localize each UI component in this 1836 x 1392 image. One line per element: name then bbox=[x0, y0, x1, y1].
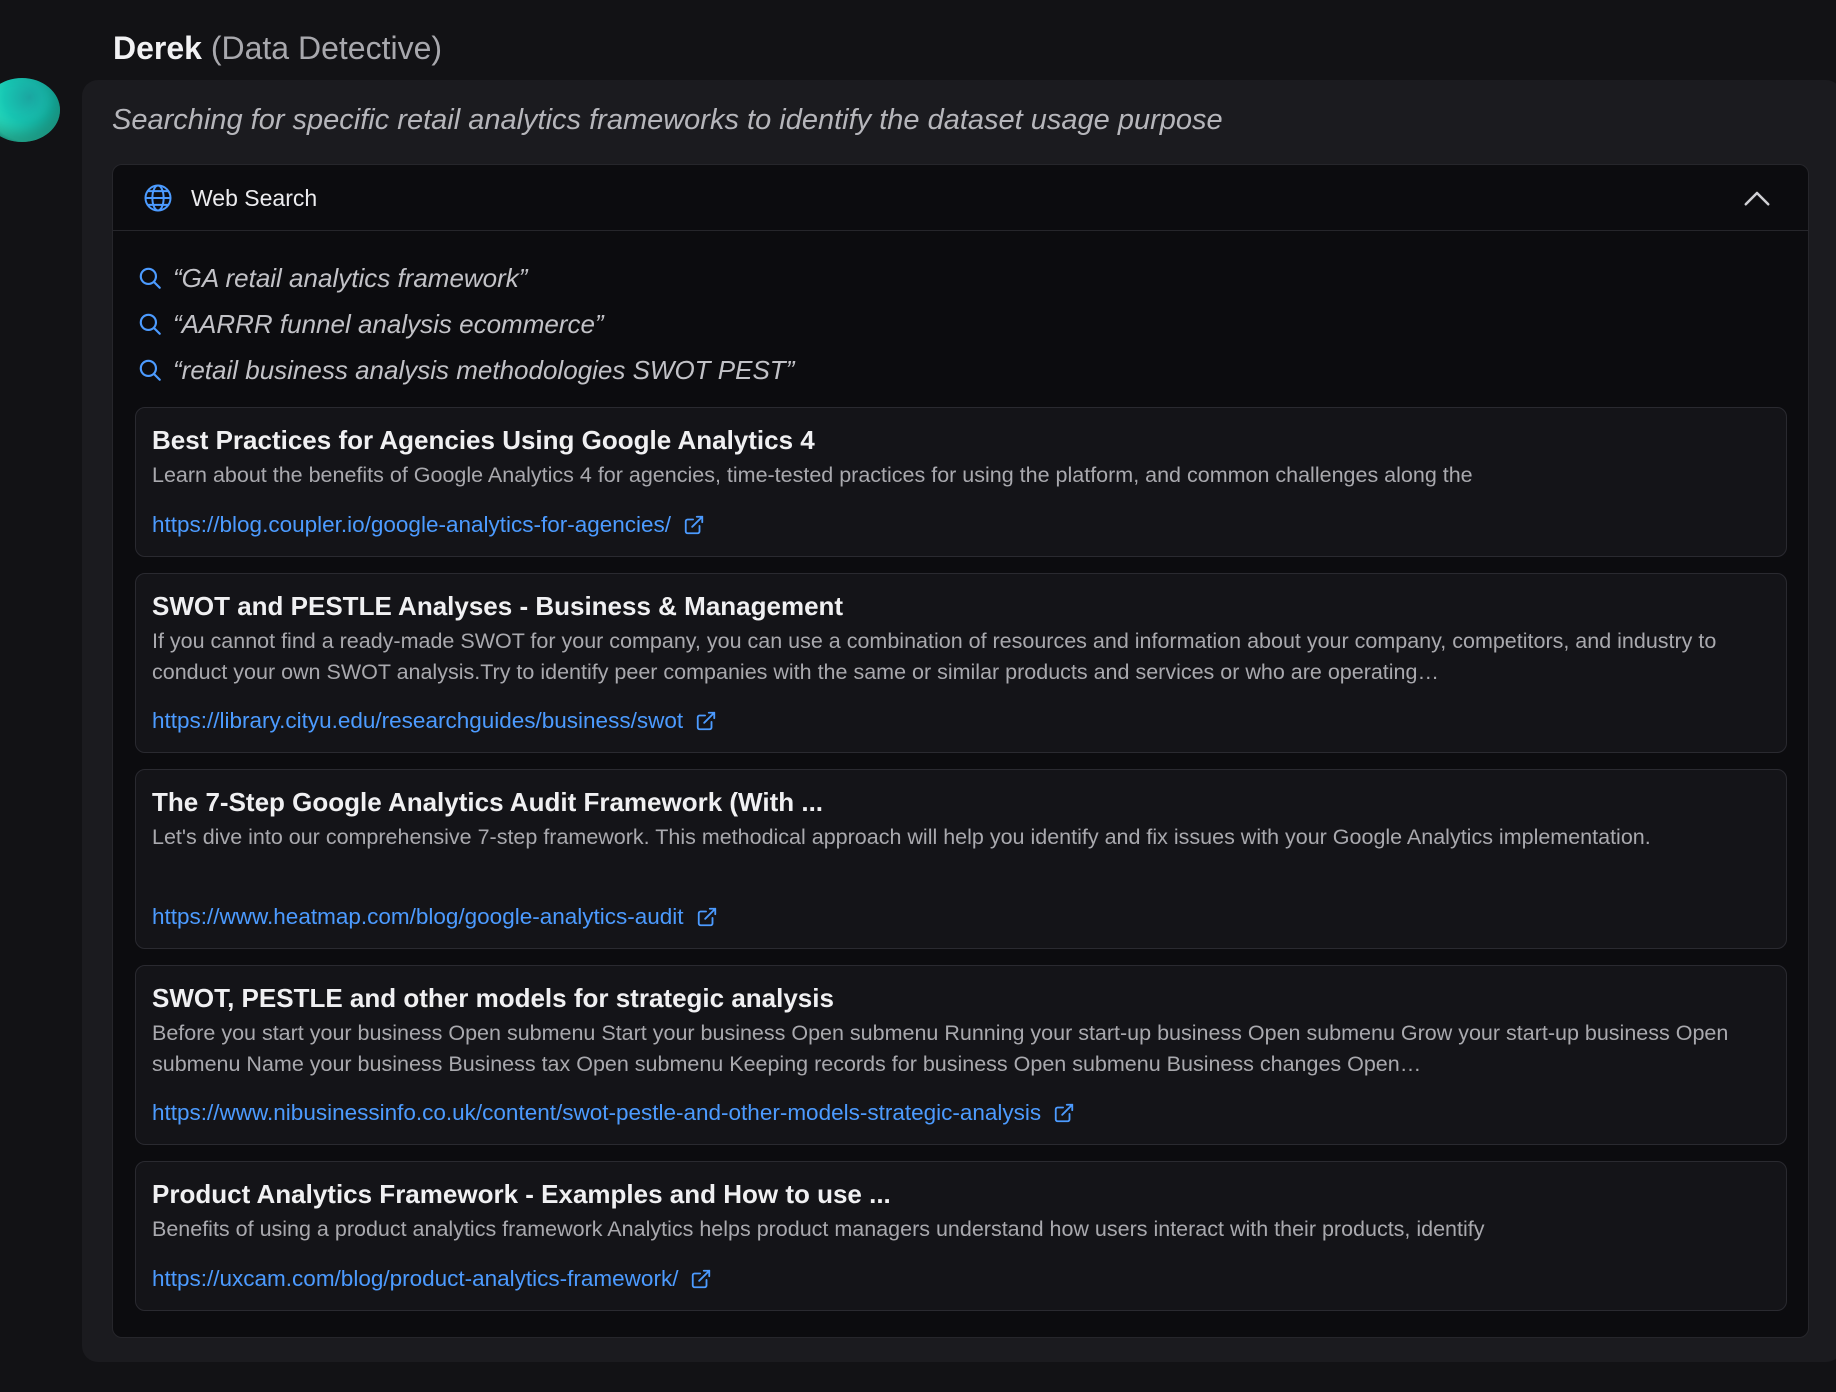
result-title: SWOT and PESTLE Analyses - Business & Ma… bbox=[152, 591, 844, 621]
result-link[interactable]: https://blog.coupler.io/google-analytics… bbox=[152, 510, 705, 540]
search-results: Best Practices for Agencies Using Google… bbox=[135, 407, 1787, 1327]
chat-page: Derek (Data Detective) Searching for spe… bbox=[0, 0, 1836, 1392]
chevron-up-icon[interactable] bbox=[1742, 185, 1772, 211]
external-link-icon[interactable] bbox=[1053, 1102, 1075, 1124]
result-title: Best Practices for Agencies Using Google… bbox=[152, 425, 815, 455]
search-query: “retail business analysis methodologies … bbox=[137, 347, 794, 393]
search-queries: “GA retail analytics framework” “AARRR f… bbox=[137, 255, 794, 393]
search-query-text: “retail business analysis methodologies … bbox=[173, 354, 795, 385]
web-search-header[interactable]: Web Search bbox=[113, 165, 1808, 231]
result-snippet: Learn about the benefits of Google Analy… bbox=[152, 463, 1473, 487]
search-icon bbox=[139, 267, 161, 289]
search-query: “AARRR funnel analysis ecommerce” bbox=[137, 301, 794, 347]
search-result-card: Product Analytics Framework - Examples a… bbox=[135, 1161, 1787, 1311]
search-result-card: Best Practices for Agencies Using Google… bbox=[135, 407, 1787, 557]
web-search-panel: Web Search “GA retail analytics framewor… bbox=[112, 164, 1809, 1338]
search-result-card: The 7-Step Google Analytics Audit Framew… bbox=[135, 769, 1787, 949]
agent-header: Derek (Data Detective) bbox=[113, 28, 442, 68]
result-link[interactable]: https://uxcam.com/blog/product-analytics… bbox=[152, 1264, 712, 1294]
search-query-text: “AARRR funnel analysis ecommerce” bbox=[173, 308, 604, 339]
search-result-card: SWOT and PESTLE Analyses - Business & Ma… bbox=[135, 573, 1787, 753]
message-bubble: Searching for specific retail analytics … bbox=[82, 80, 1836, 1362]
result-title: The 7-Step Google Analytics Audit Framew… bbox=[152, 787, 824, 817]
external-link-icon[interactable] bbox=[696, 906, 718, 928]
result-title: Product Analytics Framework - Examples a… bbox=[152, 1179, 891, 1209]
agent-name: Derek bbox=[113, 30, 202, 66]
result-url[interactable]: https://library.cityu.edu/researchguides… bbox=[152, 706, 683, 736]
result-url[interactable]: https://www.heatmap.com/blog/google-anal… bbox=[152, 902, 684, 932]
result-snippet: Benefits of using a product analytics fr… bbox=[152, 1217, 1485, 1241]
agent-role: (Data Detective) bbox=[210, 30, 443, 66]
agent-thought: Searching for specific retail analytics … bbox=[112, 104, 1223, 136]
result-link[interactable]: https://www.heatmap.com/blog/google-anal… bbox=[152, 902, 718, 932]
agent-avatar bbox=[0, 78, 60, 142]
search-icon bbox=[139, 313, 161, 335]
globe-icon bbox=[144, 184, 172, 212]
result-snippet: Before you start your business Open subm… bbox=[152, 1021, 1729, 1076]
result-snippet: Let's dive into our comprehensive 7-step… bbox=[152, 825, 1651, 849]
result-link[interactable]: https://www.nibusinessinfo.co.uk/content… bbox=[152, 1098, 1075, 1128]
external-link-icon[interactable] bbox=[683, 514, 705, 536]
result-title: SWOT, PESTLE and other models for strate… bbox=[152, 983, 834, 1013]
external-link-icon[interactable] bbox=[695, 710, 717, 732]
result-url[interactable]: https://www.nibusinessinfo.co.uk/content… bbox=[152, 1098, 1041, 1128]
result-snippet: If you cannot find a ready-made SWOT for… bbox=[152, 629, 1717, 684]
result-link[interactable]: https://library.cityu.edu/researchguides… bbox=[152, 706, 717, 736]
search-query: “GA retail analytics framework” bbox=[137, 255, 794, 301]
search-result-card: SWOT, PESTLE and other models for strate… bbox=[135, 965, 1787, 1145]
search-query-text: “GA retail analytics framework” bbox=[173, 262, 528, 293]
result-url[interactable]: https://uxcam.com/blog/product-analytics… bbox=[152, 1264, 678, 1294]
search-icon bbox=[139, 359, 161, 381]
external-link-icon[interactable] bbox=[690, 1268, 712, 1290]
web-search-title: Web Search bbox=[191, 185, 318, 211]
result-url[interactable]: https://blog.coupler.io/google-analytics… bbox=[152, 510, 671, 540]
